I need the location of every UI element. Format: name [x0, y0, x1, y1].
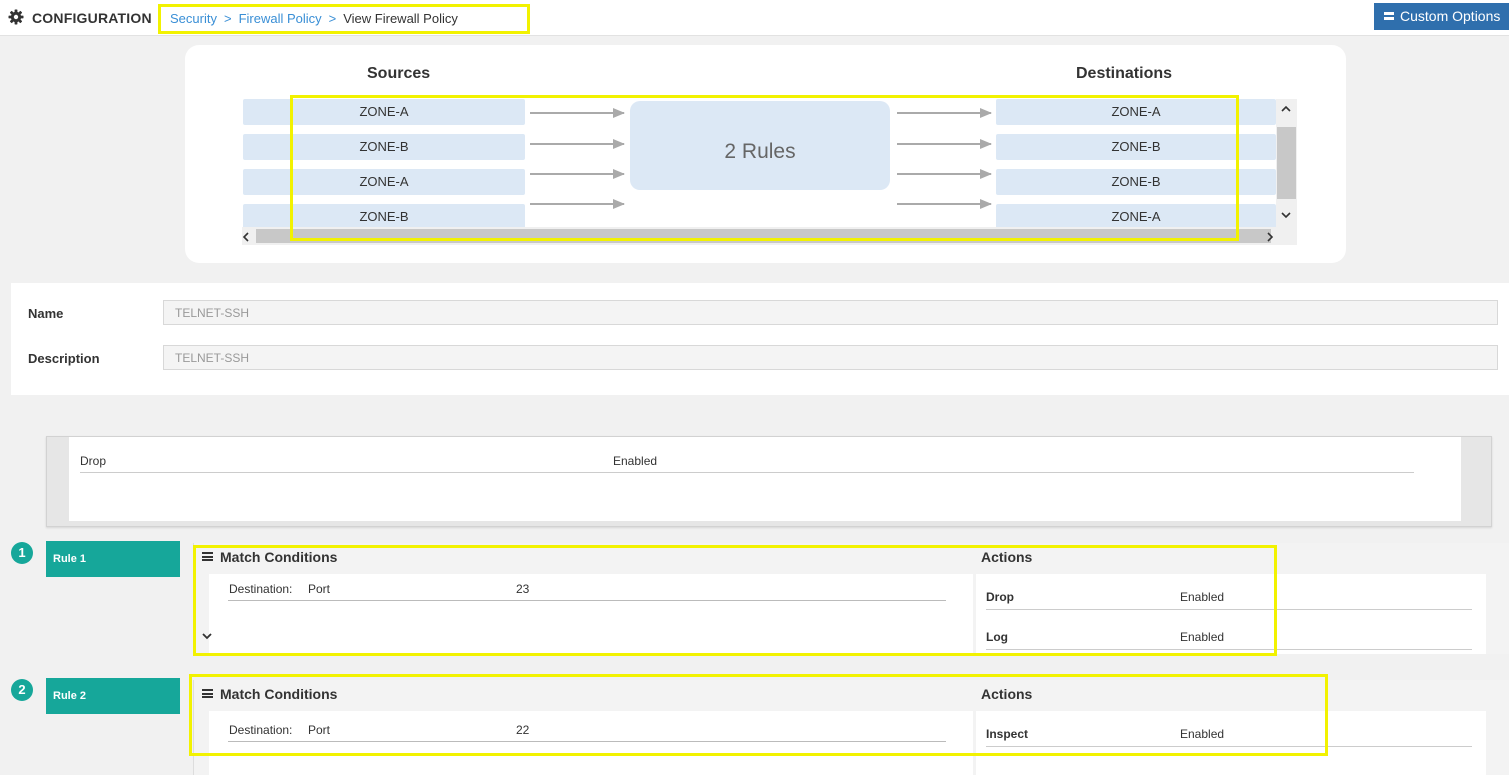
- flow-viewport: ZONE-A ZONE-B ZONE-A ZONE-B 2 Rules ZONE…: [242, 99, 1297, 245]
- divider: [986, 746, 1472, 747]
- divider: [80, 472, 1414, 473]
- condition-field: Port: [308, 723, 331, 737]
- description-label: Description: [28, 351, 100, 366]
- horizontal-scroll-thumb[interactable]: [256, 229, 1271, 243]
- condition-value: 23: [516, 582, 530, 596]
- divider: [986, 609, 1472, 610]
- vertical-scroll-thumb[interactable]: [1277, 127, 1296, 199]
- breadcrumb: Security > Firewall Policy > View Firewall P…: [158, 4, 530, 34]
- divider: [228, 600, 946, 601]
- default-action-card: Drop Enabled: [46, 436, 1492, 527]
- horizontal-scrollbar[interactable]: [242, 227, 1297, 245]
- gear-icon: [8, 9, 24, 25]
- flow-arrow: [530, 169, 625, 179]
- breadcrumb-separator: >: [328, 11, 337, 26]
- top-bar: CONFIGURATION Security > Firewall Policy > V…: [0, 0, 1509, 36]
- chevron-down-icon[interactable]: [202, 631, 212, 641]
- condition-value: 22: [516, 723, 530, 737]
- chevron-left-icon[interactable]: [242, 232, 250, 242]
- rule-2-card: Match Conditions Destination: Port 22 Ac…: [193, 680, 1509, 775]
- flow-arrow: [530, 139, 625, 149]
- action-name: Log: [986, 630, 1008, 644]
- breadcrumb-firewall-policy[interactable]: Firewall Policy: [239, 11, 322, 26]
- flow-arrow: [897, 139, 992, 149]
- menu-icon[interactable]: [202, 689, 213, 698]
- match-conditions-title: Match Conditions: [220, 686, 338, 702]
- menu-icon[interactable]: [202, 552, 213, 561]
- flow-arrow: [530, 199, 625, 209]
- match-conditions-heading: Match Conditions: [202, 686, 337, 702]
- default-action-name: Drop: [80, 454, 107, 468]
- default-action-status: Enabled: [613, 454, 658, 468]
- condition-label: Destination:: [229, 723, 293, 737]
- custom-options-button[interactable]: Custom Options: [1374, 3, 1509, 30]
- action-status: Enabled: [1180, 630, 1225, 644]
- rule-2-tab[interactable]: Rule 2: [46, 678, 180, 714]
- section-title: CONFIGURATION: [32, 10, 152, 26]
- match-conditions-heading: Match Conditions: [202, 549, 337, 565]
- condition-field: Port: [308, 582, 331, 596]
- destination-zone: ZONE-B: [996, 134, 1276, 160]
- policy-flow-card: Sources Destinations ZONE-A ZONE-B ZONE-…: [185, 45, 1346, 263]
- match-conditions-panel: Destination: Port 23: [209, 574, 973, 654]
- action-name: Drop: [986, 590, 1014, 604]
- policy-info-card: Name Description: [11, 283, 1509, 395]
- rule-number-badge: 2: [11, 679, 33, 701]
- destinations-heading: Destinations: [1076, 65, 1173, 82]
- rule-number-badge: 1: [11, 542, 33, 564]
- chevron-right-icon[interactable]: [1266, 232, 1274, 242]
- actions-heading: Actions: [981, 686, 1033, 702]
- actions-panel: Drop Enabled Log Enabled: [976, 574, 1486, 654]
- action-status: Enabled: [1180, 590, 1225, 604]
- description-field[interactable]: [163, 345, 1498, 370]
- breadcrumb-current: View Firewall Policy: [343, 11, 458, 26]
- match-conditions-panel: Destination: Port 22: [209, 711, 973, 775]
- source-zone: ZONE-A: [243, 99, 525, 125]
- default-action-panel: Drop Enabled: [69, 437, 1461, 521]
- custom-options-label: Custom Options: [1400, 8, 1501, 24]
- flow-arrow: [897, 199, 992, 209]
- divider: [228, 741, 946, 742]
- rule-1-card: Match Conditions Destination: Port 23 Ac…: [193, 543, 1509, 654]
- flow-arrow: [897, 169, 992, 179]
- vertical-scrollbar[interactable]: [1276, 99, 1297, 227]
- breadcrumb-security[interactable]: Security: [170, 11, 217, 26]
- name-field[interactable]: [163, 300, 1498, 325]
- destination-zone: ZONE-B: [996, 169, 1276, 195]
- chevron-up-icon[interactable]: [1281, 105, 1291, 113]
- columns-icon: [1384, 12, 1394, 20]
- sources-heading: Sources: [367, 65, 431, 82]
- name-label: Name: [28, 306, 64, 321]
- flow-arrow: [530, 108, 625, 118]
- source-zone: ZONE-A: [243, 169, 525, 195]
- condition-label: Destination:: [229, 582, 293, 596]
- divider: [986, 649, 1472, 650]
- rules-summary[interactable]: 2 Rules: [630, 101, 890, 190]
- breadcrumb-separator: >: [223, 11, 232, 26]
- destination-zone: ZONE-A: [996, 99, 1276, 125]
- rule-1-tab[interactable]: Rule 1: [46, 541, 180, 577]
- action-status: Enabled: [1180, 727, 1225, 741]
- match-conditions-title: Match Conditions: [220, 549, 338, 565]
- flow-arrow: [897, 108, 992, 118]
- chevron-down-icon[interactable]: [1281, 211, 1291, 219]
- actions-panel: Inspect Enabled: [976, 711, 1486, 775]
- action-name: Inspect: [986, 727, 1029, 741]
- source-zone: ZONE-B: [243, 134, 525, 160]
- actions-heading: Actions: [981, 549, 1033, 565]
